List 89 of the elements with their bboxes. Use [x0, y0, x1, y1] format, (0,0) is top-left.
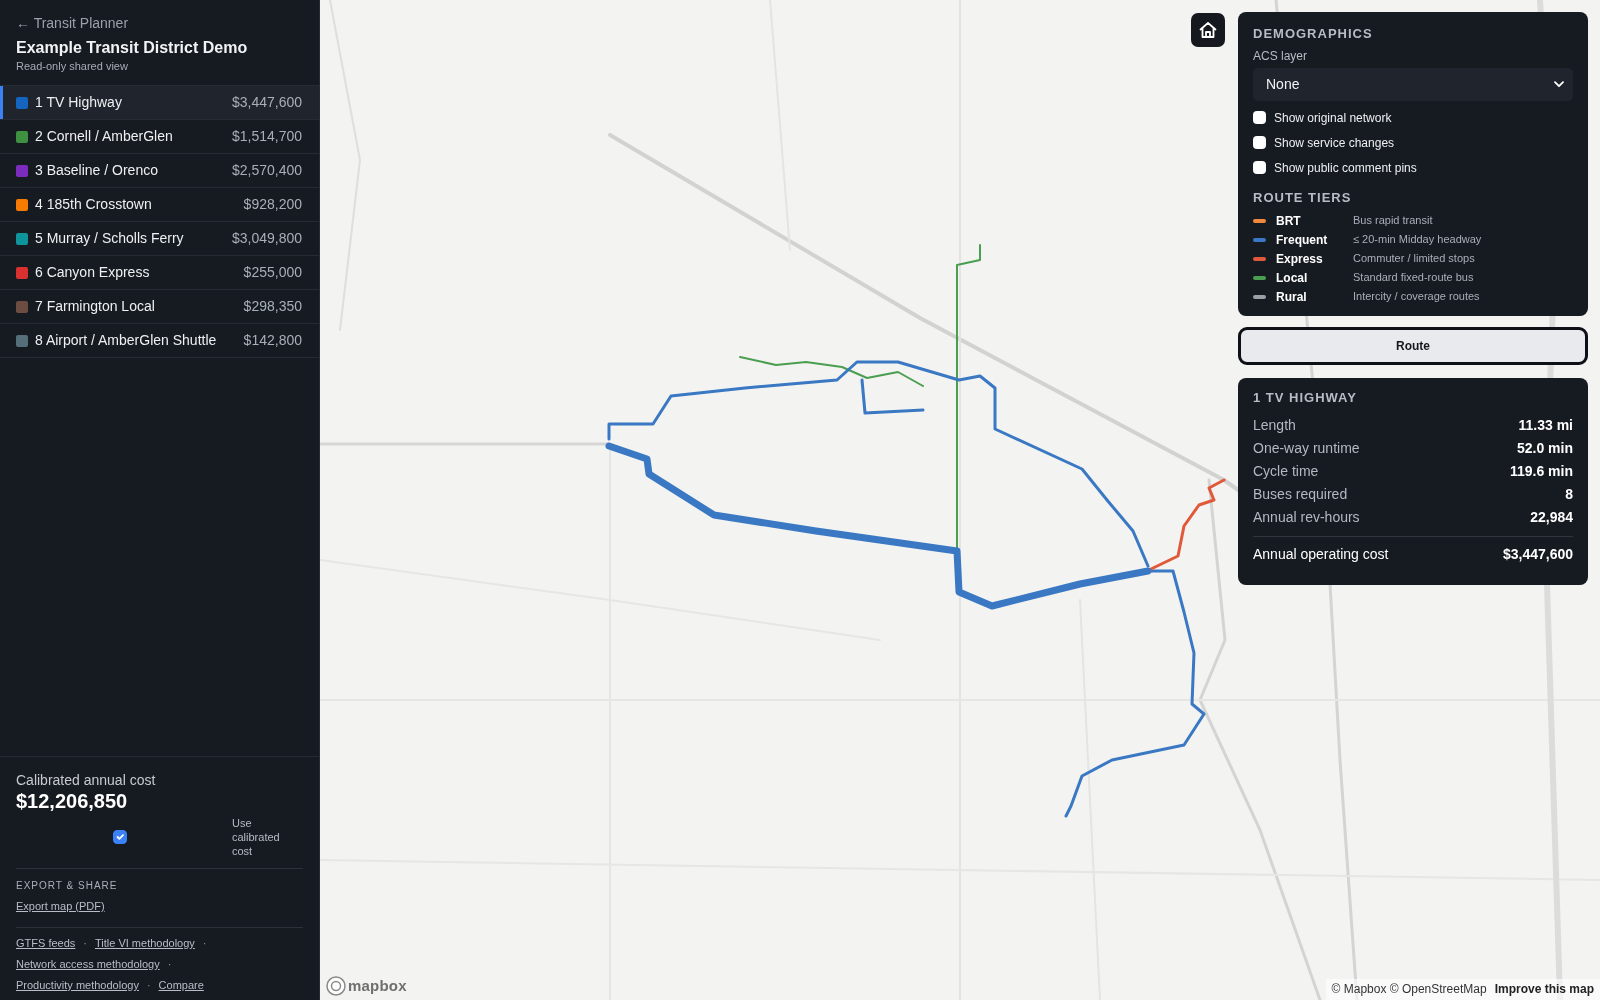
chevron-down-icon [1554, 81, 1564, 88]
home-button[interactable] [1191, 13, 1225, 47]
link-separator: · [146, 978, 151, 993]
checkbox-label: Show service changes [1274, 134, 1395, 152]
route-cost: $255,000 [243, 263, 302, 282]
route-name: 1 TV Highway [35, 93, 123, 112]
route-line[interactable] [607, 360, 1150, 568]
route-list-item[interactable]: 7 Farmington Local $298,350 [0, 290, 319, 324]
route-list-item[interactable]: 4 185th Crosstown $928,200 [0, 188, 319, 222]
cost-value: $12,206,850 [16, 789, 129, 813]
stat-label: Length [1253, 416, 1296, 435]
acs-layer-select[interactable]: None [1253, 68, 1573, 101]
tier-name: Express [1276, 250, 1324, 268]
cost-label: Calibrated annual cost [16, 771, 157, 789]
panel-heading: DEMOGRAPHICS [1253, 26, 1374, 42]
stat-value: 11.33 mi [1518, 416, 1573, 435]
tier-name: BRT [1276, 212, 1302, 230]
checkbox-label: Use calibrated cost [232, 816, 281, 858]
calibrated-checkbox[interactable] [113, 830, 127, 844]
route-line[interactable] [605, 442, 1152, 610]
route-list-item[interactable]: 5 Murray / Scholls Ferry $3,049,800 [0, 222, 319, 256]
tier-description: Commuter / limited stops [1353, 251, 1475, 267]
stat-value: 119.6 min [1509, 462, 1573, 481]
route-button[interactable]: Route [1238, 327, 1588, 365]
route-list-item[interactable]: 1 TV Highway $3,447,600 [0, 86, 319, 120]
stat-label: Cycle time [1253, 462, 1319, 481]
footer-link[interactable]: Compare [158, 975, 204, 996]
section-heading: EXPORT & SHARE [16, 879, 119, 893]
route-list-item[interactable]: 3 Baseline / Orenco $2,570,400 [0, 154, 319, 188]
route-cost: $142,800 [243, 331, 302, 350]
route-name: 6 Canyon Express [35, 263, 151, 282]
link-separator: · [167, 957, 172, 972]
tier-name: Frequent [1276, 231, 1329, 249]
route-list-item[interactable]: 8 Airport / AmberGlen Shuttle $142,800 [0, 324, 319, 358]
checkbox[interactable] [1253, 161, 1266, 174]
footer-link[interactable]: Productivity methodology [16, 975, 139, 996]
checkbox[interactable] [1253, 111, 1266, 124]
stat-label: Annual rev-hours [1253, 508, 1360, 527]
stat-label: Buses required [1253, 485, 1348, 504]
improve-map-link[interactable]: Improve this map [1494, 981, 1594, 997]
stat-label: One-way runtime [1253, 439, 1360, 458]
route-name: 5 Murray / Scholls Ferry [35, 229, 185, 248]
route-name: 2 Cornell / AmberGlen [35, 127, 174, 146]
route-title: 1 TV HIGHWAY [1253, 390, 1358, 406]
home-icon [1198, 20, 1218, 40]
route-line[interactable] [860, 378, 925, 415]
route-list-item[interactable]: 2 Cornell / AmberGlen $1,514,700 [0, 120, 319, 154]
link-separator: · [202, 936, 207, 951]
stat-value: 52.0 min [1516, 439, 1573, 458]
view-subtitle: Read-only shared view [16, 59, 129, 73]
link-separator: · [83, 936, 87, 951]
route-name: 4 185th Crosstown [35, 195, 153, 214]
stat-value: 22,984 [1530, 508, 1573, 527]
route-name: 8 Airport / AmberGlen Shuttle [35, 331, 218, 350]
total-value: $3,447,600 [1502, 544, 1573, 564]
footer-link[interactable]: Network access methodology [16, 954, 160, 975]
checkbox-label: Show public comment pins [1274, 159, 1417, 177]
route-line[interactable] [1064, 569, 1206, 818]
tier-name: Local [1276, 269, 1309, 287]
logo-icon [326, 976, 346, 996]
route-line[interactable] [1149, 478, 1226, 571]
checkbox[interactable] [1253, 136, 1266, 149]
route-cost: $1,514,700 [231, 127, 302, 146]
route-list-item[interactable]: 6 Canyon Express $255,000 [0, 256, 319, 290]
tier-description: Standard fixed-route bus [1353, 270, 1474, 286]
route-cost: $928,200 [243, 195, 302, 214]
checkbox-label: Show original network [1274, 109, 1392, 127]
footer-link[interactable]: Title VI methodology [94, 933, 195, 954]
tier-name: Rural [1276, 288, 1308, 306]
tier-description: Intercity / coverage routes [1353, 289, 1480, 305]
route-name: 3 Baseline / Orenco [35, 161, 159, 180]
export-link[interactable]: Export map (PDF) [16, 899, 105, 913]
district-title: Example Transit District Demo [16, 38, 249, 57]
route-cost: $3,447,600 [231, 93, 302, 112]
total-label: Annual operating cost [1253, 544, 1389, 564]
tier-description: Bus rapid transit [1353, 213, 1433, 229]
field-label: ACS layer [1253, 49, 1309, 64]
route-cost: $2,570,400 [231, 161, 302, 180]
tier-description: ≤ 20-min Midday headway [1353, 232, 1482, 248]
back-link[interactable]: ← Transit Planner [16, 14, 129, 32]
route-line[interactable] [739, 356, 924, 387]
logo-text: mapbox [348, 977, 407, 995]
route-cost: $3,049,800 [231, 229, 302, 248]
route-name: 7 Farmington Local [35, 297, 156, 316]
footer-link[interactable]: GTFS feeds [16, 933, 76, 954]
stat-value: 8 [1565, 485, 1573, 504]
panel-heading: ROUTE TIERS [1253, 190, 1353, 206]
route-cost: $298,350 [243, 297, 302, 316]
attribution-text: © Mapbox © OpenStreetMap [1331, 981, 1487, 997]
